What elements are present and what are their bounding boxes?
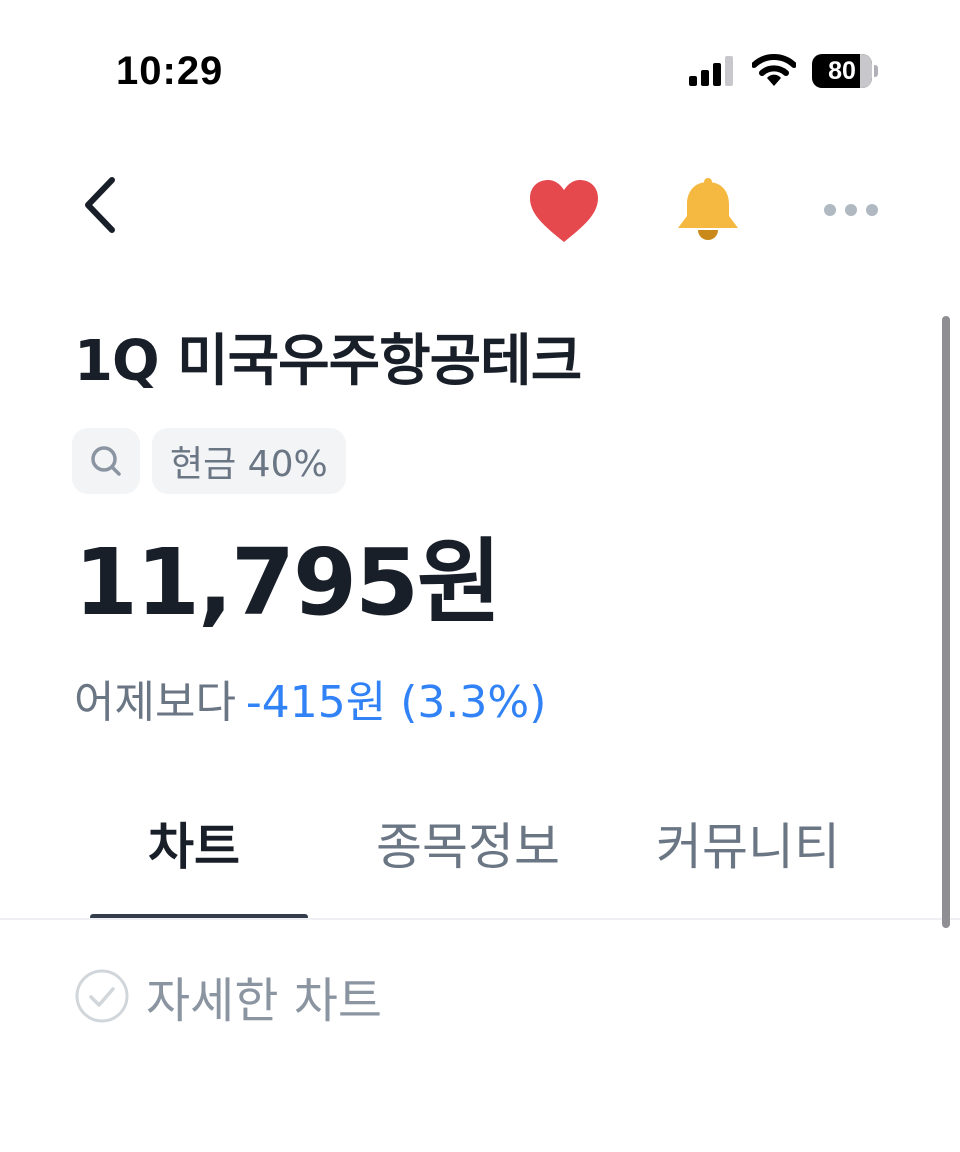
back-button[interactable]: [70, 170, 130, 240]
more-button[interactable]: [818, 190, 884, 230]
favorite-button[interactable]: [526, 176, 602, 246]
bell-icon: [678, 178, 738, 240]
price-change-row: 어제보다 -415원 (3.3%): [74, 672, 546, 734]
battery-percentage: 80: [828, 57, 856, 85]
tab-bar: 차트 종목정보 커뮤니티: [0, 800, 960, 920]
scrollbar[interactable]: [942, 316, 950, 928]
stock-name: 1Q 미국우주항공테크: [74, 329, 582, 394]
tag-row: 현금 40%: [72, 428, 346, 494]
status-time: 10:29: [116, 49, 224, 93]
battery-body: 80: [812, 54, 872, 88]
check-circle-icon: [75, 969, 129, 1023]
tab-chart[interactable]: 차트: [148, 812, 240, 882]
battery-cap: [874, 65, 878, 77]
change-value: -415원 (3.3%): [245, 677, 547, 728]
tabs-divider: [0, 918, 960, 920]
search-icon: [91, 446, 121, 476]
more-icon: [824, 204, 878, 216]
wifi-icon: [752, 54, 796, 86]
detailed-chart-label: 자세한 차트: [146, 973, 383, 1029]
tab-community[interactable]: 커뮤니티: [656, 812, 840, 882]
search-chip-button[interactable]: [72, 428, 140, 494]
detailed-chart-toggle[interactable]: 자세한 차트: [74, 964, 383, 1029]
heart-icon: [530, 180, 598, 242]
back-chevron-icon: [85, 177, 115, 233]
signal-icon: [689, 56, 733, 86]
alert-button[interactable]: [672, 174, 744, 246]
tab-stock-info[interactable]: 종목정보: [376, 812, 560, 882]
current-price: 11,795원: [74, 529, 502, 636]
battery-icon: 80: [812, 54, 878, 88]
cash-ratio-chip[interactable]: 현금 40%: [152, 428, 346, 494]
change-label: 어제보다: [74, 677, 236, 728]
